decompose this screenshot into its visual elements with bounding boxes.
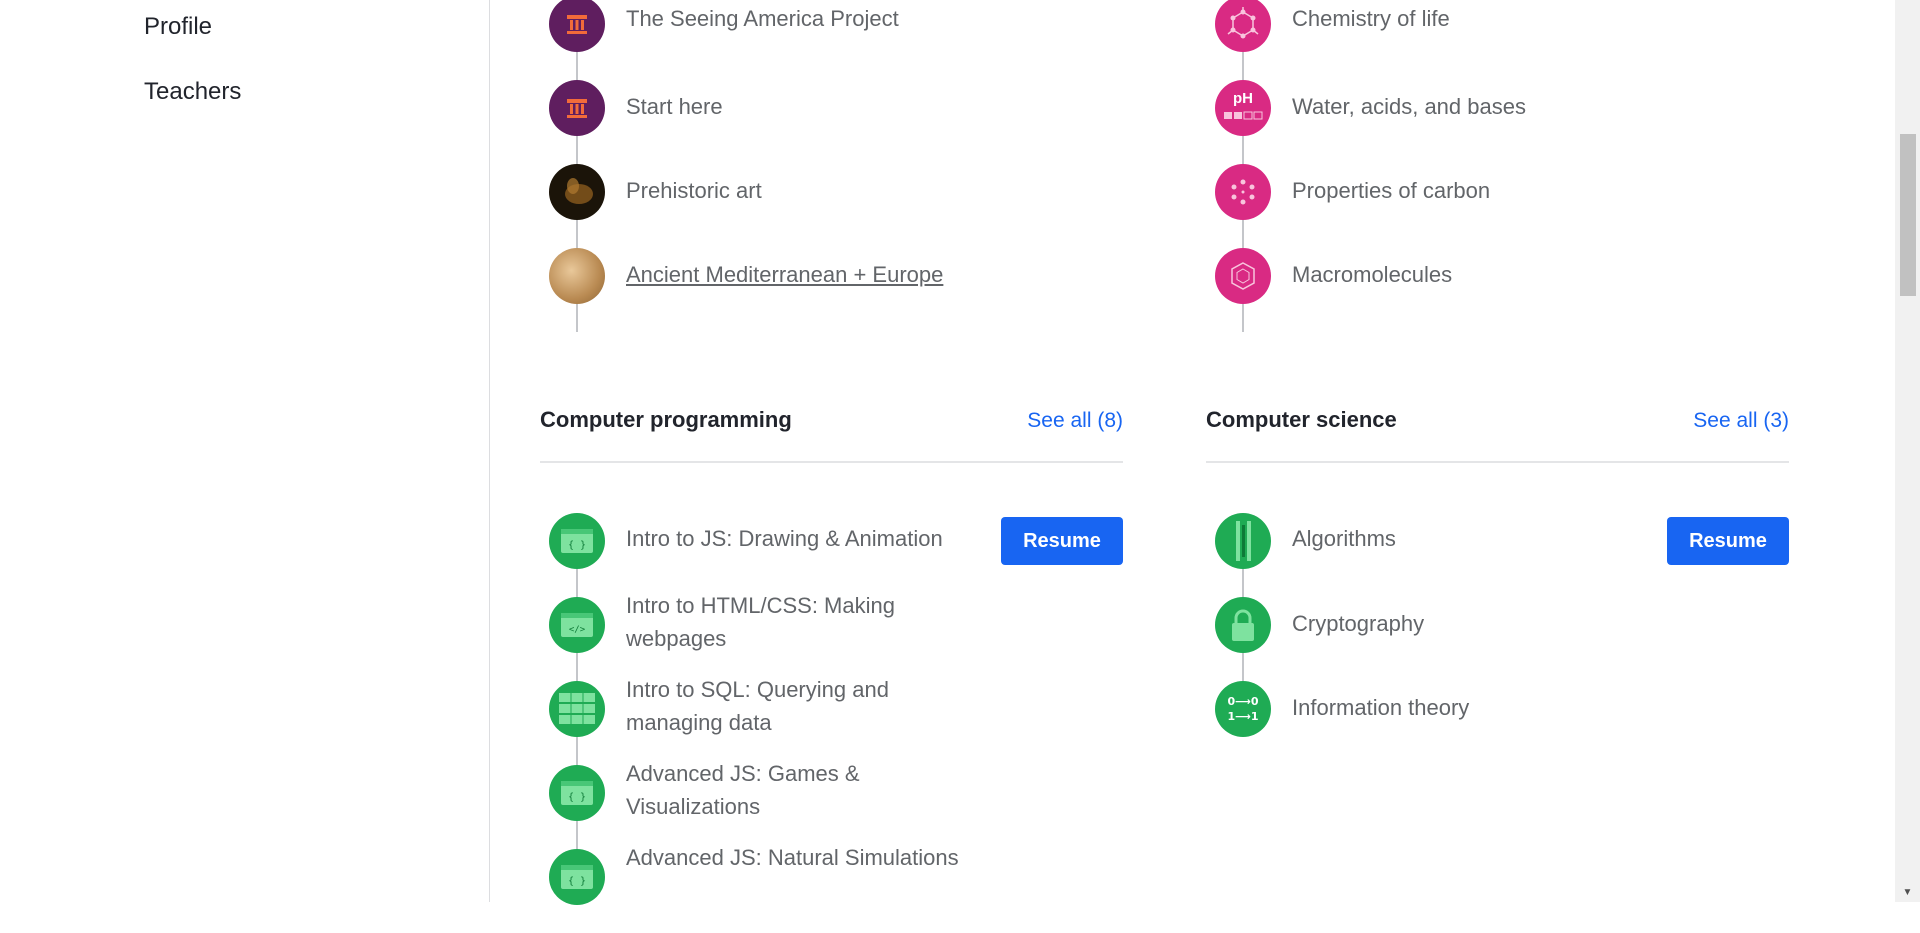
code-window-icon: { }: [549, 849, 605, 905]
carbon-ring-icon: [1215, 164, 1271, 220]
scroll-down-icon[interactable]: ▼: [1895, 882, 1920, 902]
code-window-icon: { }: [549, 765, 605, 821]
molecule-icon: [1215, 0, 1271, 52]
list-item[interactable]: { } Advanced JS: Natural Simulations: [540, 845, 1123, 933]
sidebar-item-profile[interactable]: Profile: [144, 13, 212, 41]
section-header: Computer programming See all (8): [540, 399, 1123, 463]
sidebar-item-teachers[interactable]: Teachers: [144, 78, 241, 106]
binary-icon: 0⟶0 1⟶1: [1215, 681, 1271, 737]
circuit-icon: [1215, 513, 1271, 569]
list-item[interactable]: Properties of carbon: [1206, 164, 1789, 248]
unit-label: The Seeing America Project: [626, 6, 899, 31]
see-all-link[interactable]: See all (8): [1027, 409, 1123, 433]
section-header: Computer science See all (3): [1206, 399, 1789, 463]
list-item[interactable]: Cryptography: [1206, 597, 1789, 681]
list-item[interactable]: Chemistry of life: [1206, 0, 1789, 80]
list-item[interactable]: Ancient Mediterranean + Europe: [540, 248, 1123, 332]
svg-text:</>: </>: [569, 625, 586, 635]
unit-label: Intro to HTML/CSS: Making webpages: [626, 593, 895, 651]
unit-label: Properties of carbon: [1292, 178, 1491, 203]
list-item[interactable]: Intro to SQL: Querying and managing data: [540, 677, 1123, 765]
unit-label: Advanced JS: Games & Visualizations: [626, 761, 860, 819]
section-title: Computer science: [1206, 407, 1397, 432]
table-icon: [549, 681, 605, 737]
unit-label: Intro to SQL: Querying and managing data: [626, 677, 889, 735]
main-content: The Seeing America Project Start here Pr…: [491, 0, 1895, 905]
unit-label: Start here: [626, 94, 723, 119]
unit-label: Water, acids, and bases: [1292, 94, 1526, 119]
see-all-link[interactable]: See all (3): [1693, 409, 1789, 433]
unit-label: Information theory: [1292, 695, 1470, 720]
ph-icon: pH: [1215, 80, 1271, 136]
list-item[interactable]: 0⟶0 1⟶1 Information theory: [1206, 681, 1789, 765]
list-item[interactable]: pH Water, acids, and bases: [1206, 80, 1789, 164]
code-window-icon: </>: [549, 597, 605, 653]
list-item[interactable]: Algorithms Resume: [1206, 513, 1789, 597]
list-item[interactable]: Prehistoric art: [540, 164, 1123, 248]
unit-label: Intro to JS: Drawing & Animation: [626, 526, 943, 551]
resume-button[interactable]: Resume: [1667, 517, 1789, 565]
unit-label: Cryptography: [1292, 611, 1425, 636]
resume-button[interactable]: Resume: [1001, 517, 1123, 565]
list-item[interactable]: { } Advanced JS: Games & Visualizations: [540, 761, 1123, 849]
fresco-icon: [549, 248, 605, 304]
svg-text:{ }: { }: [568, 792, 586, 803]
list-item[interactable]: </> Intro to HTML/CSS: Making webpages: [540, 593, 1123, 681]
code-window-icon: { }: [549, 513, 605, 569]
hexagon-icon: [1215, 248, 1271, 304]
unit-label: Prehistoric art: [626, 178, 762, 203]
scrollbar-thumb[interactable]: [1900, 134, 1916, 296]
lock-icon: [1215, 597, 1271, 653]
sidebar: Profile Teachers: [0, 0, 490, 902]
unit-label: Chemistry of life: [1292, 6, 1450, 31]
unit-label: Macromolecules: [1292, 262, 1453, 287]
unit-label: Advanced JS: Natural Simulations: [626, 845, 959, 870]
unit-label: Algorithms: [1292, 526, 1396, 551]
list-item[interactable]: Start here: [540, 80, 1123, 164]
list-item[interactable]: Macromolecules: [1206, 248, 1789, 332]
list-item[interactable]: The Seeing America Project: [540, 0, 1123, 80]
list-item[interactable]: { } Intro to JS: Drawing & Animation Res…: [540, 513, 1123, 597]
svg-text:{ }: { }: [568, 540, 586, 551]
cave-art-icon: [549, 164, 605, 220]
svg-text:{ }: { }: [568, 876, 586, 887]
column-icon: [549, 0, 605, 52]
column-icon: [549, 80, 605, 136]
section-title: Computer programming: [540, 407, 792, 432]
scrollbar[interactable]: ▼: [1895, 0, 1920, 902]
unit-link[interactable]: Ancient Mediterranean + Europe: [626, 258, 966, 291]
